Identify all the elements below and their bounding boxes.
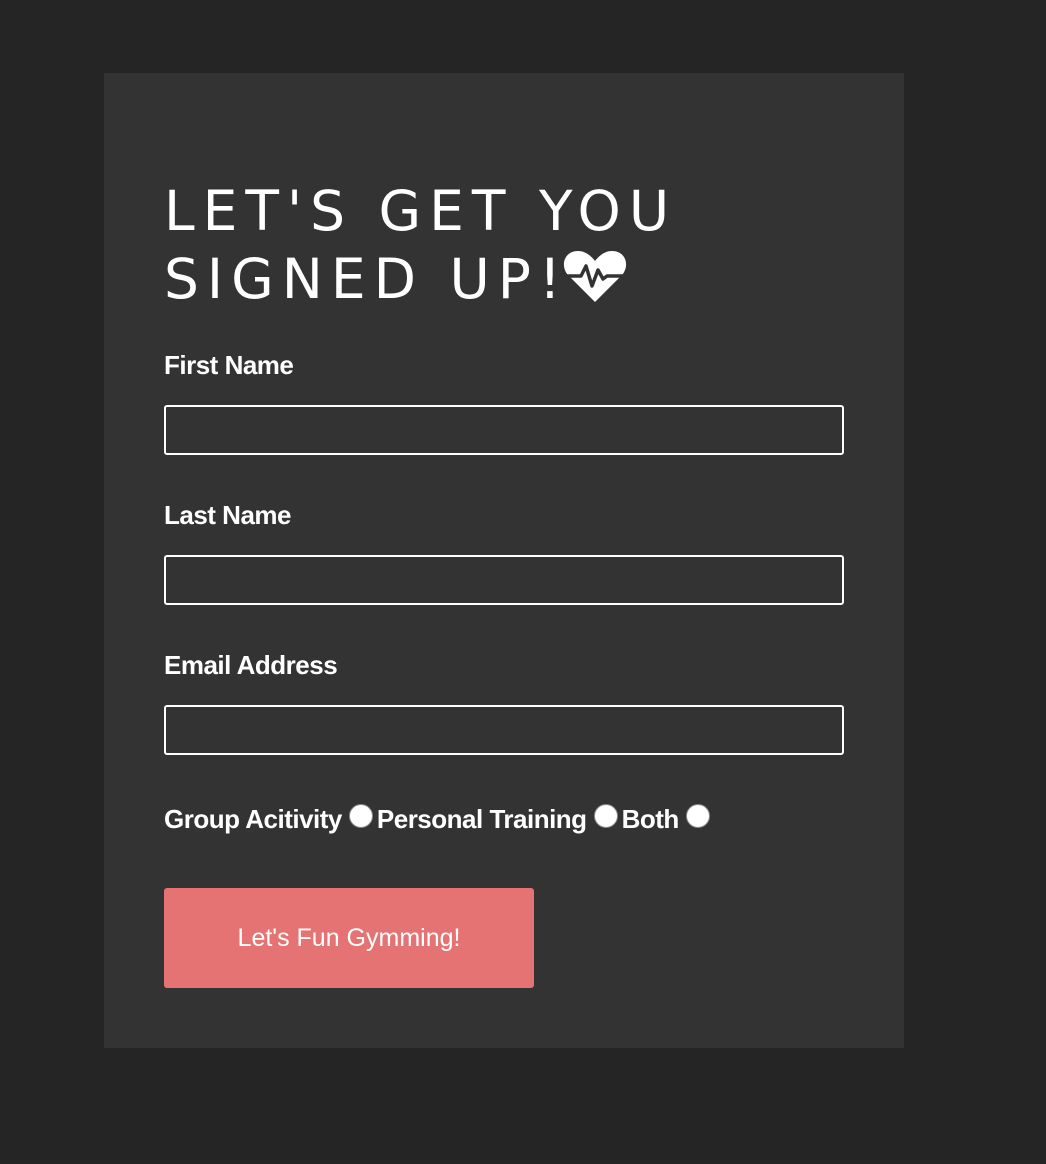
personal-training-radio[interactable] bbox=[593, 804, 618, 828]
heart-pulse-icon bbox=[563, 251, 627, 302]
group-activity-label: Group Acitivity bbox=[164, 804, 342, 834]
group-activity-radio[interactable] bbox=[348, 804, 373, 828]
both-label: Both bbox=[621, 804, 680, 834]
last-name-input[interactable] bbox=[164, 555, 844, 605]
title-line-1: LET'S GET YOU bbox=[164, 179, 678, 243]
page: LET'S GET YOU SIGNED UP! First Name Last… bbox=[0, 0, 1046, 1164]
signup-form: LET'S GET YOU SIGNED UP! First Name Last… bbox=[104, 73, 904, 1048]
last-name-label: Last Name bbox=[164, 500, 292, 530]
email-input[interactable] bbox=[164, 705, 844, 755]
both-radio[interactable] bbox=[685, 804, 710, 828]
submit-button[interactable]: Let's Fun Gymming! bbox=[164, 888, 534, 988]
first-name-label: First Name bbox=[164, 350, 294, 380]
title-line-2: SIGNED UP! bbox=[164, 247, 569, 311]
training-type-radio-group: Group Acitivity Personal Training Both bbox=[164, 801, 714, 837]
first-name-input[interactable] bbox=[164, 405, 844, 455]
email-label: Email Address bbox=[164, 650, 338, 680]
personal-training-label: Personal Training bbox=[376, 804, 587, 834]
form-title: LET'S GET YOU SIGNED UP! bbox=[164, 177, 724, 313]
title-line-2-wrapper: SIGNED UP! bbox=[164, 245, 724, 313]
